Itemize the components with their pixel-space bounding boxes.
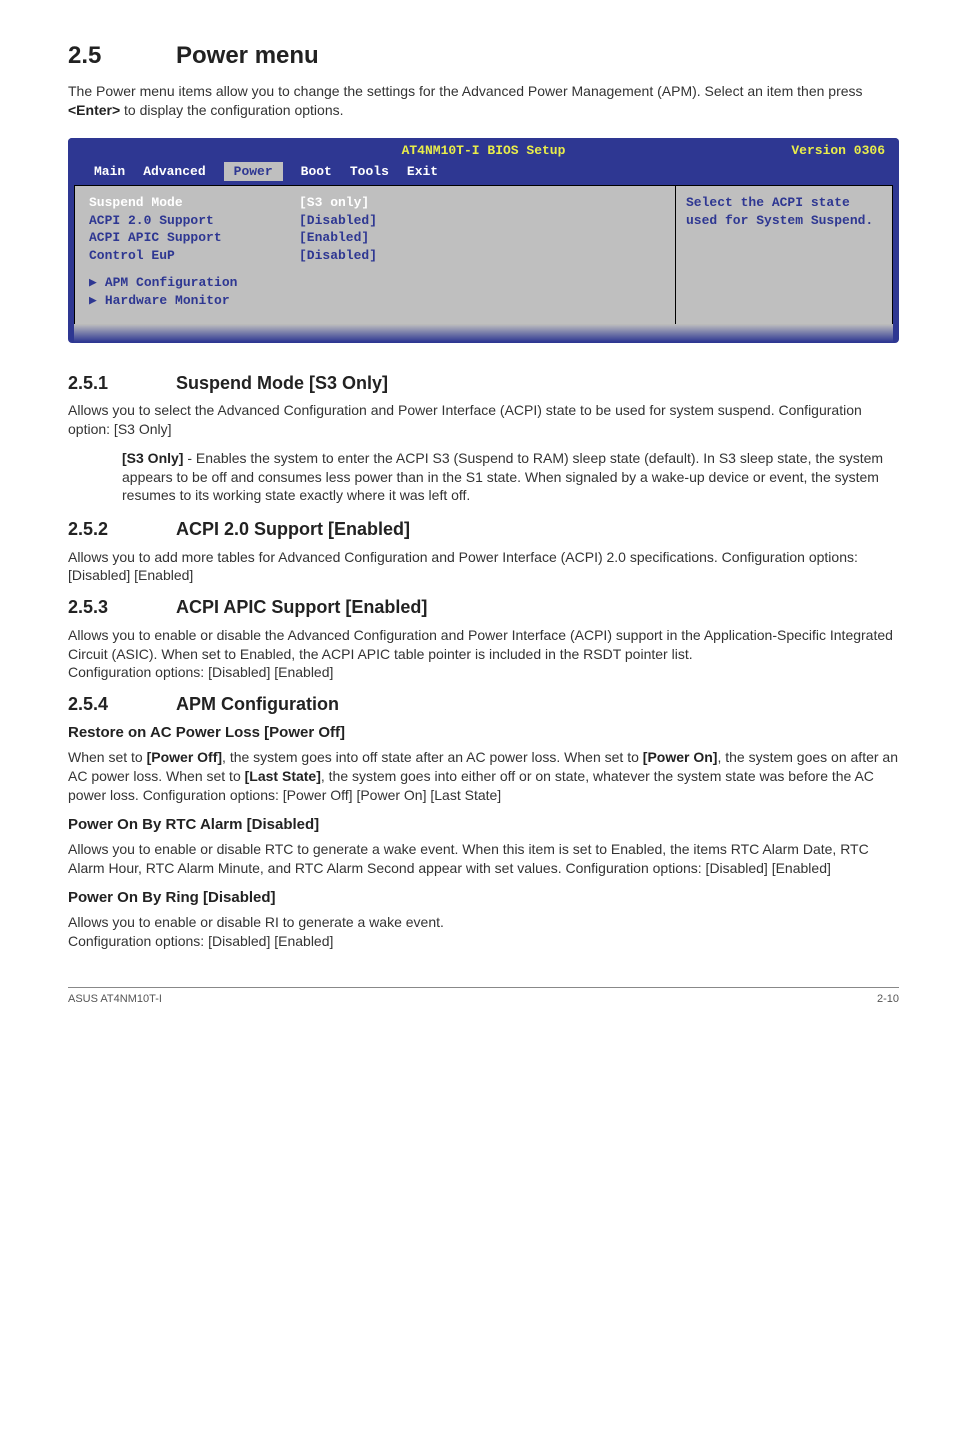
intro-text-b: to display the configuration options. [120, 102, 343, 118]
bios-value: [Disabled] [299, 247, 377, 265]
paragraph: Configuration options: [Disabled] [Enabl… [68, 932, 899, 951]
bios-submenu-label: Hardware Monitor [105, 293, 230, 308]
bios-value: [S3 only] [299, 194, 369, 212]
bios-help-pane: Select the ACPI state used for System Su… [675, 185, 893, 324]
bios-label: ACPI APIC Support [89, 229, 299, 247]
bios-titlebar: AT4NM10T-I BIOS Setup Version 0306 [68, 138, 899, 162]
option-label: [S3 Only] [122, 450, 183, 466]
subsection-title: APM Configuration [176, 694, 339, 714]
enter-key: <Enter> [68, 102, 120, 118]
paragraph: Allows you to add more tables for Advanc… [68, 548, 899, 586]
bios-row-acpi-apic[interactable]: ACPI APIC Support [Enabled] [89, 229, 661, 247]
tab-exit[interactable]: Exit [407, 162, 456, 182]
bios-menubar: Main Advanced Power Boot Tools Exit [68, 162, 899, 186]
bios-submenu-hwmon[interactable]: ▶ Hardware Monitor [89, 292, 661, 310]
bios-body: Suspend Mode [S3 only] ACPI 2.0 Support … [68, 185, 899, 324]
bios-value: [Enabled] [299, 229, 369, 247]
section-number: 2.5 [68, 40, 176, 72]
bios-label: ACPI 2.0 Support [89, 212, 299, 230]
bios-label: Suspend Mode [89, 194, 299, 212]
sub-sub-heading: Power On By Ring [Disabled] [68, 888, 899, 908]
subsection-heading: 2.5.1Suspend Mode [S3 Only] [68, 371, 899, 395]
subsection-number: 2.5.4 [68, 692, 176, 716]
tab-main[interactable]: Main [94, 162, 143, 182]
sub-sub-heading: Restore on AC Power Loss [Power Off] [68, 723, 899, 743]
bios-left-pane: Suspend Mode [S3 only] ACPI 2.0 Support … [74, 185, 675, 324]
bios-panel: AT4NM10T-I BIOS Setup Version 0306 Main … [68, 138, 899, 342]
bios-version-text: Version 0306 [791, 142, 885, 160]
tab-advanced[interactable]: Advanced [143, 162, 223, 182]
option-bold: [Power On] [643, 749, 718, 765]
option-bold: [Last State] [245, 768, 321, 784]
subsection-title: ACPI 2.0 Support [Enabled] [176, 519, 410, 539]
subsection-number: 2.5.3 [68, 595, 176, 619]
bios-submenu-apm[interactable]: ▶ APM Configuration [89, 274, 661, 292]
bios-row-control-eup[interactable]: Control EuP [Disabled] [89, 247, 661, 265]
paragraph: When set to [Power Off], the system goes… [68, 748, 899, 805]
subsection-number: 2.5.2 [68, 517, 176, 541]
paragraph: Allows you to enable or disable RI to ge… [68, 913, 899, 932]
bios-label: Control EuP [89, 247, 299, 265]
intro-text-a: The Power menu items allow you to change… [68, 83, 863, 99]
subsection-heading: 2.5.3ACPI APIC Support [Enabled] [68, 595, 899, 619]
paragraph: Allows you to select the Advanced Config… [68, 401, 899, 439]
bios-value: [Disabled] [299, 212, 377, 230]
subsection-number: 2.5.1 [68, 371, 176, 395]
bios-row-acpi20[interactable]: ACPI 2.0 Support [Disabled] [89, 212, 661, 230]
bios-submenu-label: APM Configuration [105, 275, 238, 290]
page-footer: ASUS AT4NM10T-I 2-10 [68, 987, 899, 1007]
tab-tools[interactable]: Tools [350, 162, 407, 182]
triangle-right-icon: ▶ [89, 275, 97, 290]
triangle-right-icon: ▶ [89, 293, 97, 308]
paragraph: Allows you to enable or disable RTC to g… [68, 840, 899, 878]
tab-boot[interactable]: Boot [301, 162, 350, 182]
indented-paragraph: [S3 Only] - Enables the system to enter … [122, 449, 899, 506]
bios-help-text: Select the ACPI state used for System Su… [686, 195, 873, 228]
bios-title-text: AT4NM10T-I BIOS Setup [402, 142, 566, 160]
subsection-heading: 2.5.4APM Configuration [68, 692, 899, 716]
option-bold: [Power Off] [147, 749, 222, 765]
subsection-heading: 2.5.2ACPI 2.0 Support [Enabled] [68, 517, 899, 541]
subsection-title: ACPI APIC Support [Enabled] [176, 597, 427, 617]
intro-paragraph: The Power menu items allow you to change… [68, 82, 899, 120]
section-title: Power menu [176, 42, 319, 69]
tab-power[interactable]: Power [224, 162, 283, 182]
section-heading: 2.5Power menu [68, 40, 899, 72]
footer-left: ASUS AT4NM10T-I [68, 992, 162, 1007]
option-description: - Enables the system to enter the ACPI S… [122, 450, 883, 504]
subsection-title: Suspend Mode [S3 Only] [176, 373, 388, 393]
bios-row-suspend-mode[interactable]: Suspend Mode [S3 only] [89, 194, 661, 212]
paragraph: Configuration options: [Disabled] [Enabl… [68, 663, 899, 682]
paragraph: Allows you to enable or disable the Adva… [68, 626, 899, 664]
sub-sub-heading: Power On By RTC Alarm [Disabled] [68, 815, 899, 835]
footer-right: 2-10 [877, 992, 899, 1007]
